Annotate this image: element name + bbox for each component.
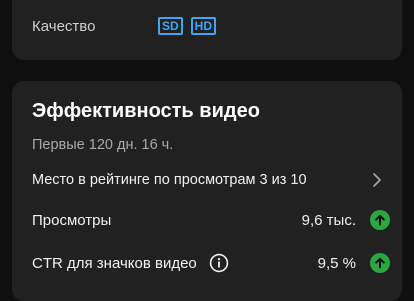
quality-card: Качество SD HD [12, 0, 402, 60]
quality-label: Качество [32, 17, 96, 35]
views-rank-row[interactable]: Место в рейтинге по просмотрам 3 из 10 [32, 169, 386, 191]
metric-row-views: Просмотры 9,6 тыс. [32, 208, 390, 232]
sd-badge: SD [158, 17, 183, 35]
performance-period: Первые 120 дн. 16 ч. [32, 137, 174, 153]
views-rank-text: Место в рейтинге по просмотрам 3 из 10 [32, 172, 307, 188]
info-icon[interactable] [209, 253, 229, 273]
metric-row-ctr: CTR для значков видео 9,5 % [32, 251, 390, 275]
quality-row: Качество SD HD [32, 17, 224, 35]
chevron-right-icon [368, 171, 386, 189]
metric-label-ctr: CTR для значков видео [32, 254, 197, 272]
metric-label-views: Просмотры [32, 211, 112, 229]
arrow-up-icon [370, 210, 390, 230]
arrow-up-icon [370, 253, 390, 273]
video-performance-card: Эффективность видео Первые 120 дн. 16 ч.… [12, 81, 402, 301]
metric-value-ctr: 9,5 % [317, 254, 356, 272]
performance-title: Эффективность видео [32, 100, 260, 122]
metric-value-views: 9,6 тыс. [301, 211, 356, 229]
hd-badge: HD [190, 17, 217, 35]
